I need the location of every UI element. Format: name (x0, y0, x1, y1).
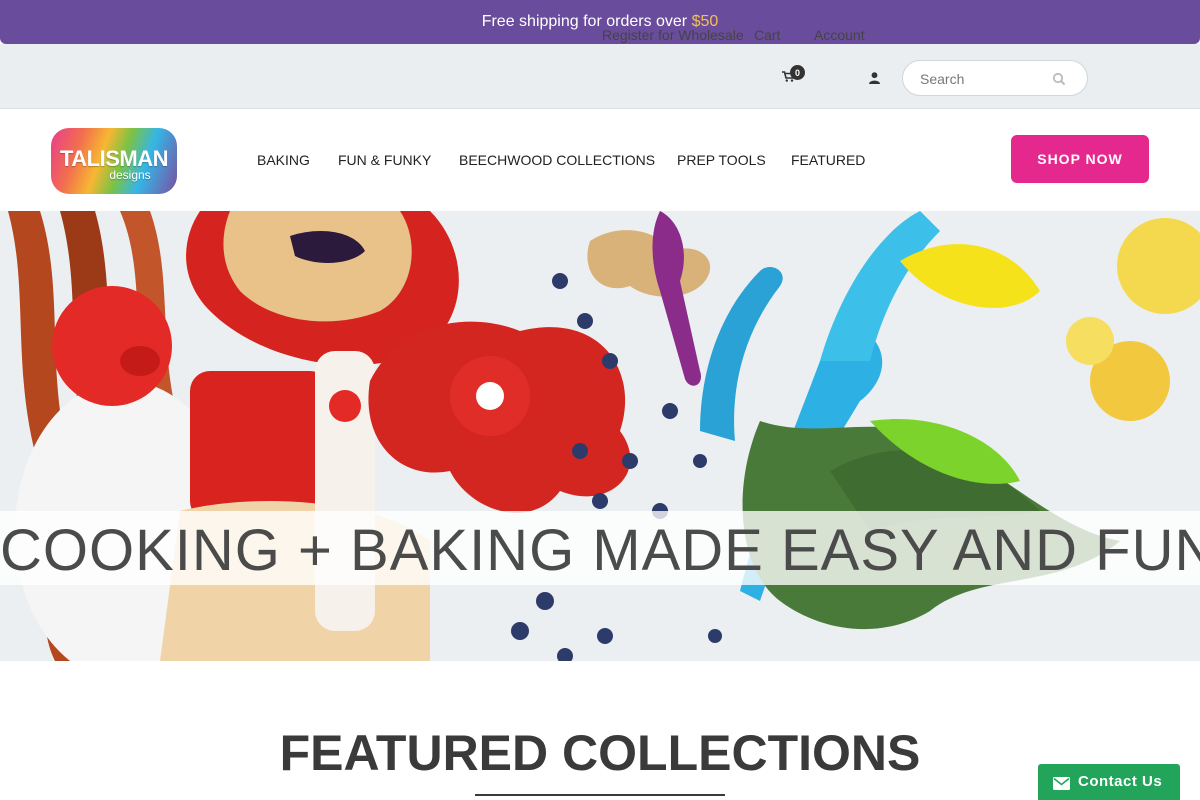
register-wholesale-link[interactable]: Register for Wholesale (602, 27, 744, 43)
talisman-logo[interactable]: TALISMAN designs (51, 128, 177, 194)
section-divider (475, 794, 725, 796)
shop-now-button[interactable]: SHOP NOW (1011, 135, 1149, 183)
nav-item-beechwood-collections[interactable]: BEECHWOOD COLLECTIONS (459, 152, 655, 168)
nav-item-fun-and-funky[interactable]: FUN & FUNKY (338, 152, 431, 168)
logo-subtitle: designs (109, 168, 151, 182)
account-link[interactable]: Account (814, 27, 865, 43)
promo-banner: Free shipping for orders over $50 (0, 0, 1200, 44)
nav-item-featured[interactable]: FEATURED (791, 152, 865, 168)
contact-us-label: Contact Us (1078, 773, 1163, 790)
main-navigation: TALISMAN designs BAKING FUN & FUNKY BEEC… (0, 109, 1200, 211)
nav-item-prep-tools[interactable]: PREP TOOLS (677, 152, 766, 168)
cart-link[interactable]: Cart (754, 27, 780, 43)
red-pig-illustration (52, 286, 172, 406)
hero-banner[interactable]: COOKING + BAKING MADE EASY AND FUN (0, 211, 1200, 661)
bacon-bin-illustration (190, 371, 330, 521)
search-box (902, 60, 1088, 96)
user-icon (869, 72, 880, 84)
envelope-icon (1053, 777, 1070, 790)
hero-headline: COOKING + BAKING MADE EASY AND FUN (0, 518, 1200, 583)
featured-collections-title: FEATURED COLLECTIONS (279, 725, 921, 781)
search-input[interactable] (920, 70, 1050, 88)
nav-item-baking[interactable]: BAKING (257, 152, 310, 168)
search-icon[interactable] (1052, 72, 1066, 86)
contact-us-button[interactable]: Contact Us (1038, 764, 1180, 800)
hero-image (0, 211, 1200, 661)
cart-count-badge: 0 (790, 65, 805, 80)
